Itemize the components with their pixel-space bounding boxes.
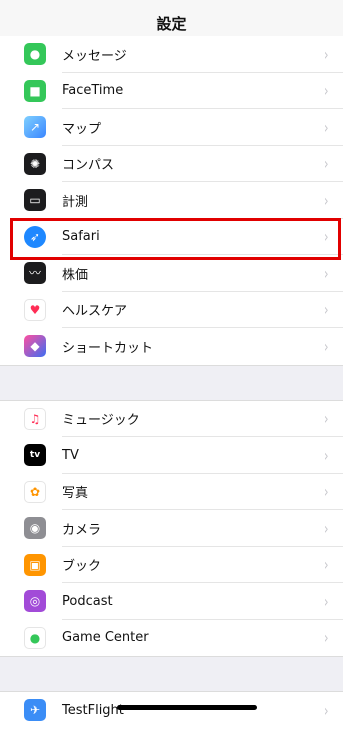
page-title: 設定 (156, 14, 187, 33)
settings-item-messages[interactable]: ● メッセージ › (0, 36, 343, 73)
settings-item-measure[interactable]: ▭ 計測 › (0, 182, 343, 219)
settings-item-tv[interactable]: tv TV › (0, 437, 343, 474)
stocks-icon: 〰 (24, 262, 46, 285)
chevron-right-icon: › (323, 154, 329, 174)
settings-item-label: カメラ (62, 522, 102, 538)
settings-item-label: Safari (62, 229, 100, 245)
settings-item-books[interactable]: ▣ ブック › (0, 546, 343, 583)
settings-item-label: TV (62, 447, 79, 463)
facetime-icon: ■ (24, 79, 46, 102)
settings-item-label: ブック (62, 559, 102, 575)
chevron-right-icon: › (323, 263, 329, 283)
settings-item-podcast[interactable]: ◎ Podcast › (0, 583, 343, 620)
camera-icon: ◉ (24, 517, 46, 540)
testflight-icon: ✈ (24, 699, 46, 722)
chevron-right-icon: › (323, 591, 329, 611)
settings-item-label: ヘルスケア (62, 304, 128, 320)
settings-item-label: Game Center (62, 630, 149, 646)
settings-item-label: FaceTime (62, 83, 124, 99)
chevron-right-icon: › (323, 700, 329, 720)
tv-icon: tv (24, 444, 46, 467)
music-icon: ♫ (24, 407, 46, 430)
books-icon: ▣ (24, 553, 46, 576)
podcast-icon: ◎ (24, 590, 46, 613)
chevron-right-icon: › (323, 227, 329, 247)
settings-item-label: マップ (62, 121, 102, 137)
home-indicator (117, 705, 257, 710)
settings-item-facetime[interactable]: ■ FaceTime › (0, 72, 343, 109)
settings-item-label: 計測 (62, 194, 89, 210)
settings-item-testflight[interactable]: ✈ TestFlight › (0, 692, 343, 729)
chevron-right-icon: › (323, 445, 329, 465)
settings-item-health[interactable]: ♥ ヘルスケア › (0, 291, 343, 328)
settings-item-shortcuts[interactable]: ◆ ショートカット › (0, 328, 343, 365)
settings-list: ● メッセージ › ■ FaceTime › ↗ マップ › ✺ コンパス › … (0, 36, 343, 729)
settings-item-label: コンパス (62, 158, 115, 174)
game-center-icon: ● (24, 626, 46, 649)
section-separator (0, 656, 343, 692)
chevron-right-icon: › (323, 300, 329, 320)
compass-icon: ✺ (24, 152, 46, 175)
settings-item-label: TestFlight (62, 702, 124, 718)
settings-item-music[interactable]: ♫ ミュージック › (0, 400, 343, 437)
settings-item-label: 株価 (62, 267, 89, 283)
chevron-right-icon: › (323, 555, 329, 575)
settings-item-label: 写真 (62, 486, 89, 502)
settings-item-label: ショートカット (62, 340, 154, 356)
health-icon: ♥ (24, 298, 46, 321)
maps-icon: ↗ (24, 116, 46, 139)
chevron-right-icon: › (323, 117, 329, 137)
settings-item-compass[interactable]: ✺ コンパス › (0, 145, 343, 182)
messages-icon: ● (24, 43, 46, 66)
photos-icon: ✿ (24, 480, 46, 503)
chevron-right-icon: › (323, 482, 329, 502)
settings-item-game-center[interactable]: ● Game Center › (0, 619, 343, 656)
chevron-right-icon: › (323, 81, 329, 101)
chevron-right-icon: › (323, 409, 329, 429)
settings-item-camera[interactable]: ◉ カメラ › (0, 510, 343, 547)
measure-icon: ▭ (24, 189, 46, 212)
settings-item-label: メッセージ (62, 48, 127, 64)
safari-icon: ➶ (24, 225, 46, 248)
section-separator (0, 364, 343, 401)
chevron-right-icon: › (323, 44, 329, 64)
settings-item-stocks[interactable]: 〰 株価 › (0, 255, 343, 292)
shortcuts-icon: ◆ (24, 335, 46, 358)
chevron-right-icon: › (323, 190, 329, 210)
chevron-right-icon: › (323, 518, 329, 538)
settings-item-safari[interactable]: ➶ Safari › (0, 218, 343, 255)
chevron-right-icon: › (323, 336, 329, 356)
settings-item-label: Podcast (62, 593, 113, 609)
settings-item-photos[interactable]: ✿ 写真 › (0, 473, 343, 510)
settings-item-maps[interactable]: ↗ マップ › (0, 109, 343, 146)
settings-item-label: ミュージック (62, 413, 140, 429)
chevron-right-icon: › (323, 628, 329, 648)
